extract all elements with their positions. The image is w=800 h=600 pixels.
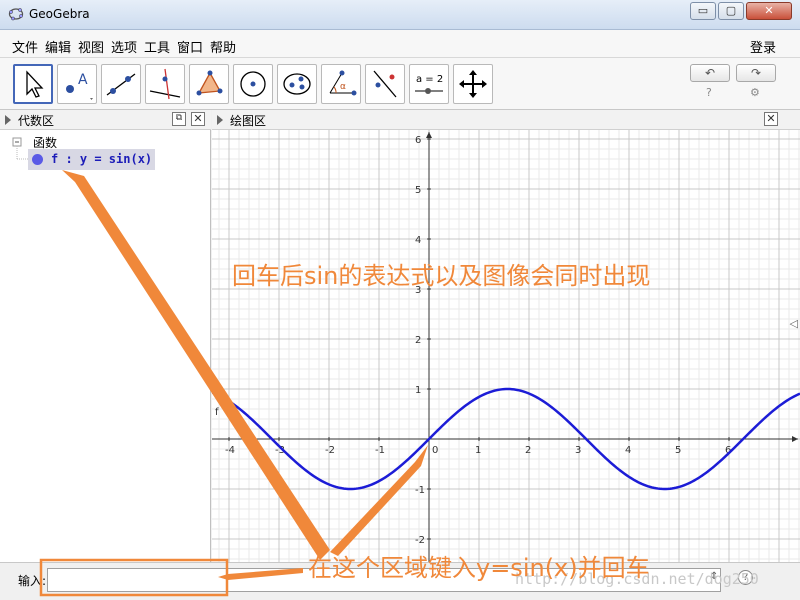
undo-icon: ↶ bbox=[704, 66, 716, 80]
line-icon bbox=[106, 73, 136, 96]
y-tick-label: -1 bbox=[415, 485, 425, 496]
slider-tool-button[interactable]: a = 2 bbox=[409, 64, 449, 104]
reflect-line-icon bbox=[373, 70, 397, 98]
window-title: GeoGebra bbox=[29, 7, 90, 21]
maximize-icon: ▢ bbox=[725, 4, 737, 17]
curve-label: f bbox=[215, 407, 219, 418]
x-axis-arrow-icon bbox=[792, 436, 798, 442]
x-tick-label: 3 bbox=[575, 445, 581, 456]
toolbar: A α a = 2 ↶ ↷ ? ⚙ bbox=[0, 58, 800, 110]
cursor-arrow-icon bbox=[26, 70, 44, 98]
algebra-panel-header: 代数区 ⧉ ✕ bbox=[0, 110, 211, 130]
slider-label: a = 2 bbox=[416, 74, 443, 85]
reflect-tool-button[interactable] bbox=[365, 64, 405, 104]
circle-tool-button[interactable] bbox=[233, 64, 273, 104]
x-tick-label: 2 bbox=[525, 445, 531, 456]
menu-file[interactable]: 文件 bbox=[12, 37, 38, 56]
y-tick-label: -2 bbox=[415, 535, 425, 546]
x-tick-label: -1 bbox=[375, 445, 385, 456]
y-axis-arrow-icon bbox=[426, 132, 432, 138]
input-label: 输入: bbox=[18, 574, 47, 588]
graphics-panel-header: 绘图区 ✕ bbox=[212, 110, 800, 130]
line-tool-button[interactable] bbox=[101, 64, 141, 104]
move-tool-button[interactable] bbox=[13, 64, 53, 104]
geogebra-logo-icon bbox=[8, 8, 24, 21]
algebra-view: 函数 f : y = sin(x) bbox=[0, 130, 211, 562]
algebra-close-icon[interactable]: ✕ bbox=[191, 112, 205, 126]
x-tick-label: -2 bbox=[325, 445, 335, 456]
x-tick-label: 4 bbox=[625, 445, 631, 456]
help-icon[interactable]: ? bbox=[706, 86, 712, 99]
side-collapse-icon[interactable]: ◁ bbox=[790, 317, 798, 330]
menu-help[interactable]: 帮助 bbox=[210, 37, 236, 56]
function-label[interactable]: f : y = sin(x) bbox=[51, 152, 152, 166]
angle-icon: α bbox=[329, 70, 357, 96]
graphics-view[interactable]: -4 -3 -2 -1 0 1 2 3 4 5 6 -2 -1 1 2 3 4 5 6 f ◁ bbox=[211, 130, 800, 562]
x-tick-label: -4 bbox=[225, 445, 235, 456]
circle-icon bbox=[240, 71, 266, 97]
panel-toggle-icon[interactable] bbox=[217, 115, 223, 125]
menu-options[interactable]: 选项 bbox=[111, 37, 137, 56]
close-button[interactable]: ✕ bbox=[746, 2, 792, 20]
angle-tool-button[interactable]: α bbox=[321, 64, 361, 104]
x-tick-label: 1 bbox=[475, 445, 481, 456]
minimize-button[interactable]: ▭ bbox=[690, 2, 716, 20]
y-tick-label: 5 bbox=[415, 185, 421, 196]
minimize-icon: ▭ bbox=[697, 4, 709, 17]
undock-icon[interactable]: ⧉ bbox=[172, 112, 186, 126]
polygon-tool-button[interactable] bbox=[189, 64, 229, 104]
redo-icon: ↷ bbox=[750, 66, 762, 80]
annotation-bottom-note: 在这个区域键入y=sin(x)并回车 bbox=[308, 554, 650, 582]
graphics-panel-title: 绘图区 bbox=[230, 114, 267, 128]
move-graphics-tool-button[interactable] bbox=[453, 64, 493, 104]
algebra-panel-title: 代数区 bbox=[18, 114, 55, 128]
annotation-top-note: 回车后sin的表达式以及图像会同时出现 bbox=[232, 262, 651, 290]
svg-text:α: α bbox=[340, 82, 346, 92]
point-tool-button[interactable]: A bbox=[57, 64, 97, 104]
y-tick-label: 6 bbox=[415, 135, 421, 146]
plot-canvas[interactable]: -4 -3 -2 -1 0 1 2 3 4 5 6-2-1123456f bbox=[211, 130, 800, 562]
visibility-toggle-icon[interactable] bbox=[32, 154, 43, 165]
undo-button[interactable]: ↶ bbox=[690, 64, 730, 82]
point-icon: A bbox=[66, 72, 93, 100]
x-tick-label: 0 bbox=[432, 445, 438, 456]
move-arrows-icon bbox=[459, 70, 487, 98]
y-tick-label: 1 bbox=[415, 385, 421, 396]
triangle-polygon-icon bbox=[196, 70, 223, 96]
menu-bar: 文件 编辑 视图 选项 工具 窗口 帮助 登录 bbox=[0, 30, 800, 58]
menu-window[interactable]: 窗口 bbox=[177, 37, 203, 56]
y-tick-label: 4 bbox=[415, 235, 421, 246]
menu-view[interactable]: 视图 bbox=[78, 37, 104, 56]
panel-toggle-icon[interactable] bbox=[5, 115, 11, 125]
title-bar: GeoGebra ▭ ▢ ✕ bbox=[0, 0, 800, 30]
perpendicular-line-icon bbox=[149, 68, 181, 100]
close-icon: ✕ bbox=[764, 4, 774, 17]
settings-icon[interactable]: ⚙ bbox=[750, 86, 760, 99]
login-button[interactable]: 登录 bbox=[750, 37, 776, 56]
graphics-close-icon[interactable]: ✕ bbox=[764, 112, 778, 126]
y-tick-label: 2 bbox=[415, 335, 421, 346]
slider-icon: a = 2 bbox=[415, 74, 443, 94]
maximize-button[interactable]: ▢ bbox=[718, 2, 744, 20]
redo-button[interactable]: ↷ bbox=[736, 64, 776, 82]
x-tick-label: 5 bbox=[675, 445, 681, 456]
menu-edit[interactable]: 编辑 bbox=[45, 37, 71, 56]
svg-text:A: A bbox=[78, 72, 88, 88]
function-row[interactable]: f : y = sin(x) bbox=[28, 149, 155, 170]
menu-tools[interactable]: 工具 bbox=[144, 37, 170, 56]
ellipse-icon bbox=[283, 73, 311, 95]
conic-tool-button[interactable] bbox=[277, 64, 317, 104]
perpendicular-tool-button[interactable] bbox=[145, 64, 185, 104]
